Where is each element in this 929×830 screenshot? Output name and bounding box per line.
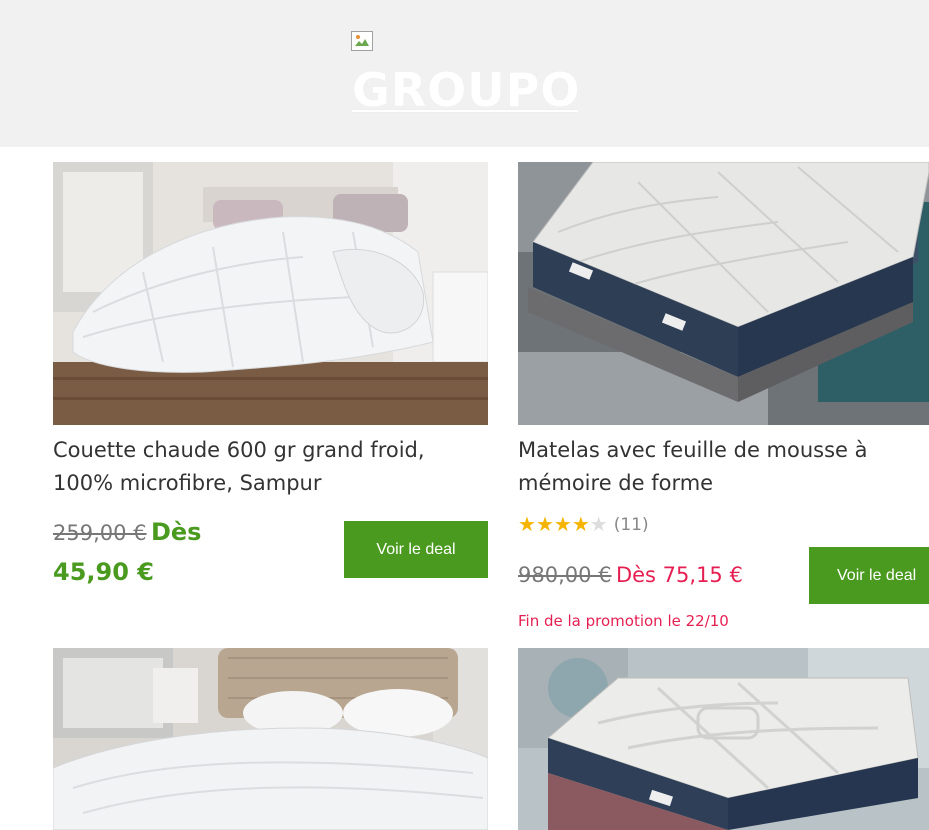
old-price: 259,00 € <box>53 521 147 545</box>
promotion-end-date: Fin de la promotion le 22/10 <box>518 612 729 630</box>
product-image-duvet[interactable] <box>53 162 488 425</box>
voir-le-deal-button[interactable]: Voir le deal <box>344 521 488 578</box>
broken-image-icon <box>351 31 373 51</box>
product-image-mattress-2[interactable] <box>518 648 929 830</box>
old-price: 980,00 € <box>518 563 612 587</box>
star-icon: ★ <box>553 514 572 536</box>
product-image-mattress-topper[interactable] <box>53 648 488 830</box>
price-block: 259,00 € Dès 45,90 € <box>53 514 243 594</box>
product-title[interactable]: Couette chaude 600 gr grand froid, 100% … <box>53 434 483 500</box>
price-block: 980,00 € Dès 75,15 € <box>518 560 743 593</box>
new-price: Dès 75,15 € <box>615 563 743 587</box>
star-icon: ★ <box>589 514 608 536</box>
star-icon: ★ <box>518 514 536 536</box>
rating-stars: ★ ★ ★ ★ ★ (11) <box>518 513 649 537</box>
product-title[interactable]: Matelas avec feuille de mousse à mémoire… <box>518 434 929 500</box>
rating-count: (11) <box>613 515 649 535</box>
star-icon: ★ <box>571 514 590 536</box>
product-image-mattress[interactable] <box>518 162 929 425</box>
brand-logo-link[interactable]: GROUPO <box>352 62 578 118</box>
voir-le-deal-button[interactable]: Voir le deal <box>809 547 929 604</box>
star-icon: ★ <box>535 514 554 536</box>
site-header: GROUPO <box>0 0 929 147</box>
